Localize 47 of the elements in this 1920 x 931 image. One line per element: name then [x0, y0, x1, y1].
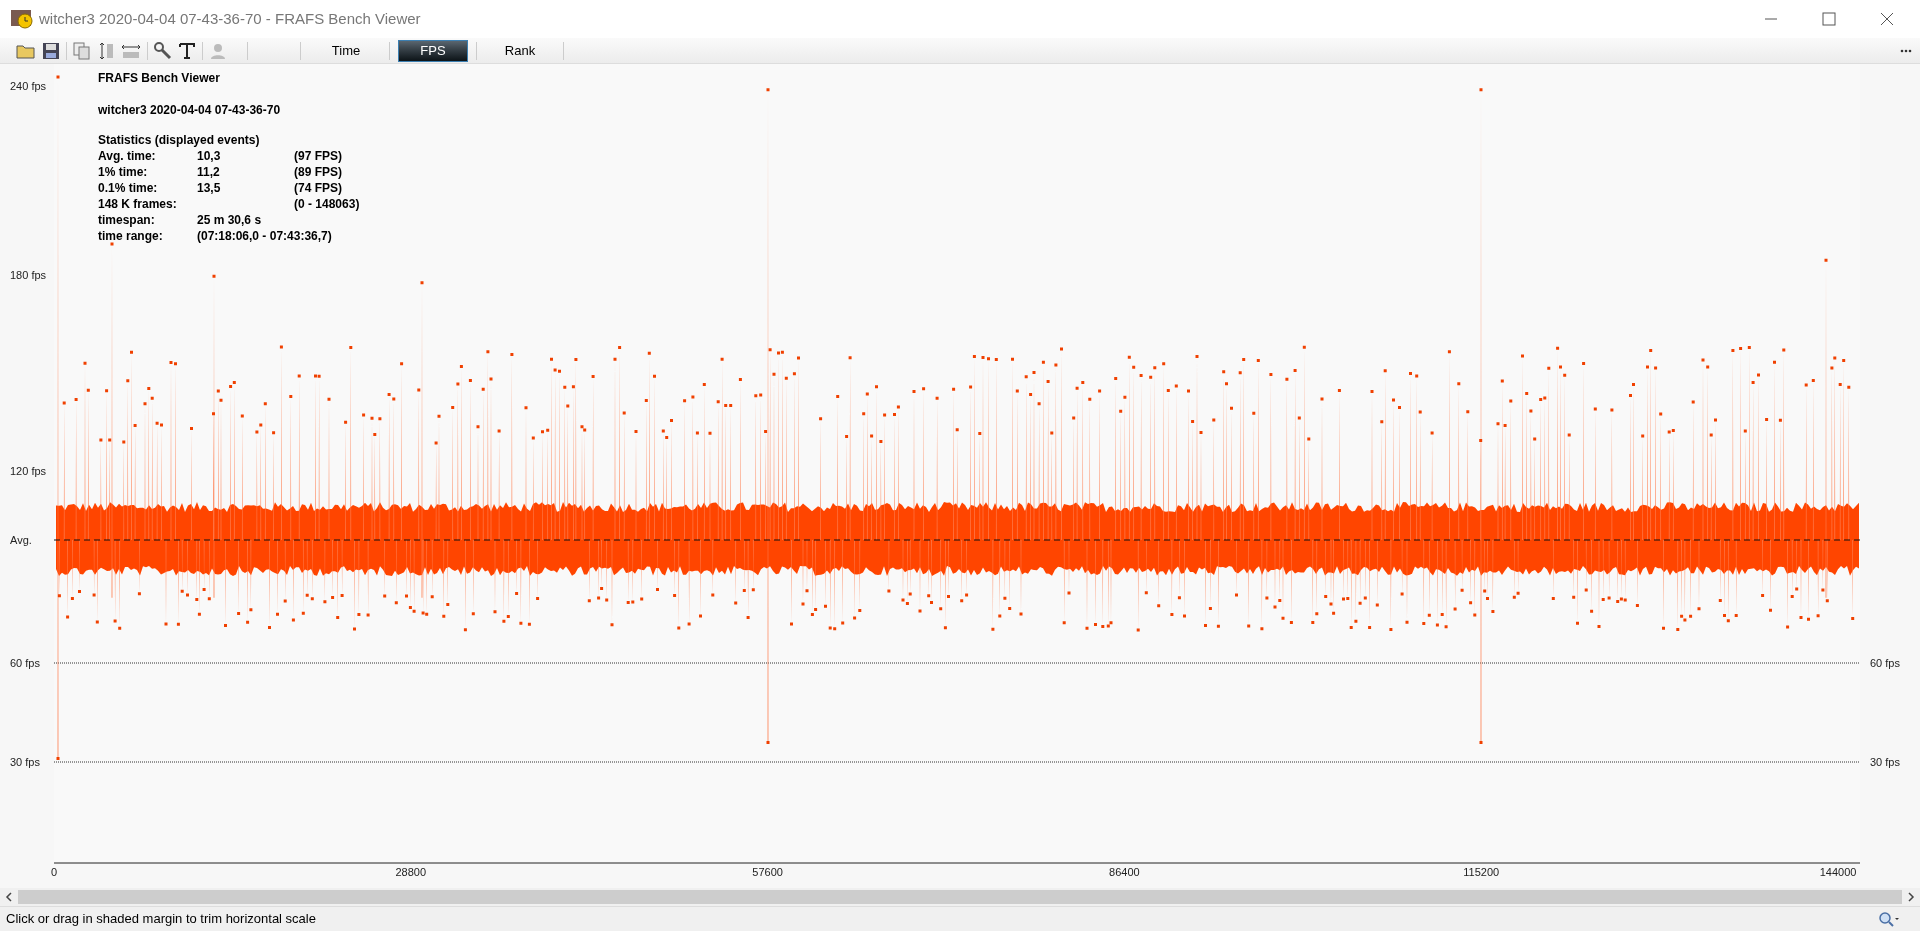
stat-fps: (89 FPS) — [294, 164, 342, 180]
avg-label: Avg. — [10, 534, 32, 546]
x-axis-label: 57600 — [752, 866, 783, 878]
overlay-title: FRAFS Bench Viewer — [98, 70, 220, 86]
x-axis-label: 115200 — [1463, 866, 1500, 878]
stat-value: 13,5 — [197, 180, 222, 196]
stat-fps: (97 FPS) — [294, 148, 342, 164]
stat-value: 11,2 — [197, 164, 221, 180]
stat-label: 0.1% time: — [98, 180, 159, 196]
stat-value: (07:18:06,0 - 07:43:36,7) — [197, 228, 332, 244]
vertical-scale-icon[interactable] — [97, 41, 115, 60]
stat-label: 1% time: — [98, 164, 149, 180]
y-axis-label: 120 fps — [10, 465, 47, 477]
stat-value: 25 m 30,6 s — [197, 212, 262, 228]
x-axis-label: 28800 — [395, 866, 427, 878]
guide-label: 60 fps — [10, 657, 40, 669]
y-axis-label: 180 fps — [10, 269, 47, 281]
x-axis-label: 144000 — [1819, 866, 1857, 878]
run-name: witcher3 2020-04-04 07-43-36-70 — [98, 102, 281, 118]
save-icon[interactable] — [42, 41, 60, 60]
guide-label: 60 fps — [1870, 657, 1900, 669]
overflow-icon[interactable] — [1900, 48, 1912, 53]
stat-fps: (74 FPS) — [294, 180, 342, 196]
zoom-icon[interactable] — [1878, 911, 1900, 927]
app-icon — [11, 9, 33, 29]
scrollbar-thumb[interactable] — [18, 890, 1902, 904]
x-axis-label: 86400 — [1109, 866, 1140, 878]
stats-heading: Statistics (displayed events) — [98, 132, 260, 148]
guide-label: 30 fps — [10, 756, 40, 768]
status-text: Click or drag in shaded margin to trim horizontal scale — [6, 910, 316, 929]
stat-label: Avg. time: — [98, 148, 157, 164]
copy-icon[interactable] — [73, 41, 91, 60]
close-icon[interactable] — [1880, 12, 1894, 26]
y-axis-label: 240 fps — [10, 80, 47, 92]
stat-label: time range: — [98, 228, 164, 244]
window-title: witcher3 2020-04-04 07-43-36-70 - FRAFS Bench Viewer — [39, 8, 421, 29]
stat-value: 10,3 — [197, 148, 222, 164]
horizontal-scale-icon[interactable] — [121, 42, 141, 59]
view-tab[interactable]: FPS — [398, 39, 468, 62]
stat-label: timespan: — [98, 212, 156, 228]
text-icon[interactable] — [178, 41, 196, 60]
stat-label: 148 K frames: — [98, 196, 178, 212]
view-tab[interactable]: Rank — [485, 39, 555, 62]
x-axis-label: 0 — [50, 866, 58, 878]
guide-label: 30 fps — [1870, 756, 1900, 768]
stat-fps: (0 - 148063) — [294, 196, 360, 212]
view-tab[interactable]: Time — [311, 39, 381, 62]
